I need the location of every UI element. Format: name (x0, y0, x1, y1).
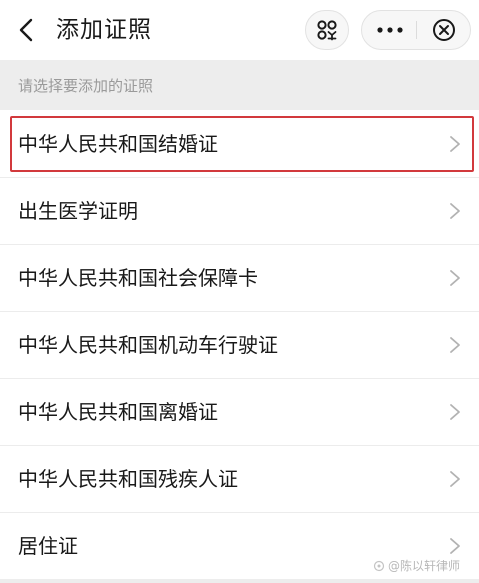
list-item-birth-certificate[interactable]: 出生医学证明 (0, 177, 479, 244)
chevron-right-icon (450, 471, 460, 487)
chevron-right-icon (450, 337, 460, 353)
list-item-disability-certificate[interactable]: 中华人民共和国残疾人证 (0, 445, 479, 512)
scan-icon (317, 20, 337, 41)
list-item-label: 中华人民共和国社会保障卡 (18, 265, 258, 290)
list-item-label: 出生医学证明 (18, 198, 138, 223)
list-item-divorce-certificate[interactable]: 中华人民共和国离婚证 (0, 378, 479, 445)
chevron-right-icon (450, 270, 460, 286)
nav-bar: 添加证照 (0, 0, 479, 60)
chevron-right-icon (450, 538, 460, 554)
close-button[interactable] (417, 11, 471, 49)
capsule-menu (361, 10, 471, 50)
list-item-social-security-card[interactable]: 中华人民共和国社会保障卡 (0, 244, 479, 311)
list-item-marriage-certificate[interactable]: 中华人民共和国结婚证 (0, 110, 479, 177)
list-item-label: 中华人民共和国残疾人证 (18, 466, 238, 491)
watermark: @陈以轩律师 (373, 558, 460, 574)
scan-button[interactable] (305, 10, 349, 50)
chevron-right-icon (450, 404, 460, 420)
list-item-label: 中华人民共和国结婚证 (18, 131, 218, 156)
page-title: 添加证照 (56, 17, 152, 43)
list-item-label: 居住证 (18, 533, 78, 558)
watermark-text: @陈以轩律师 (388, 559, 461, 573)
page: 添加证照 请选择要添加的证照 中华人民共和国结婚证 出生医学证明 中华人民共和国… (0, 0, 479, 583)
more-button[interactable] (362, 11, 417, 49)
chevron-right-icon (450, 203, 460, 219)
back-button[interactable] (8, 12, 44, 48)
chevron-left-icon (19, 18, 33, 42)
list-item-vehicle-license[interactable]: 中华人民共和国机动车行驶证 (0, 311, 479, 378)
list-item-label: 中华人民共和国机动车行驶证 (18, 332, 278, 357)
certificate-list: 中华人民共和国结婚证 出生医学证明 中华人民共和国社会保障卡 中华人民共和国机动… (0, 110, 479, 579)
platform-logo-icon (373, 560, 385, 572)
section-hint: 请选择要添加的证照 (18, 77, 154, 95)
close-circle-icon (433, 19, 455, 41)
list-item-label: 中华人民共和国离婚证 (18, 399, 218, 424)
chevron-right-icon (450, 136, 460, 152)
more-dots-icon (376, 27, 403, 33)
